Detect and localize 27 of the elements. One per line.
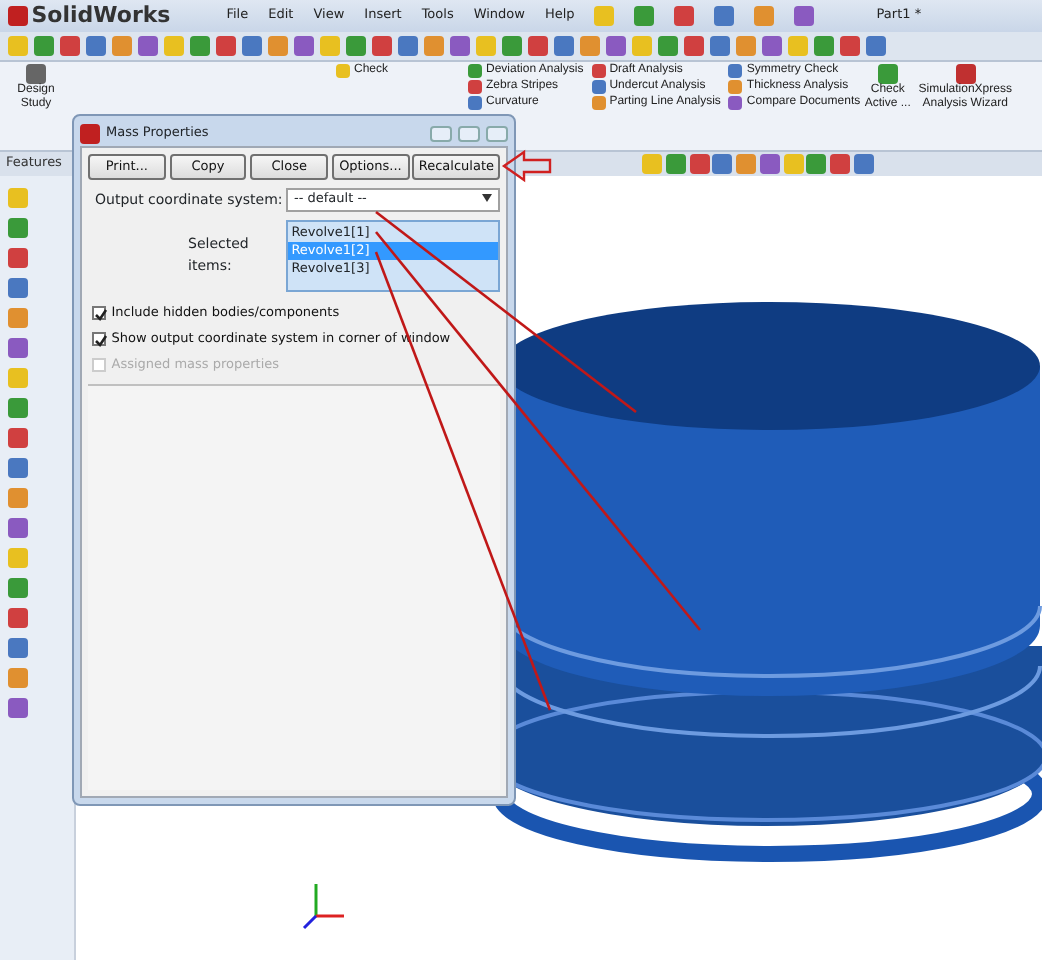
view-toolbar-icon[interactable]	[712, 154, 733, 174]
view-toolbar-icon[interactable]	[665, 154, 686, 174]
app-logo: SolidWorks	[31, 0, 173, 32]
coordinate-triad-icon	[302, 884, 344, 930]
minimize-button[interactable]	[430, 126, 452, 142]
toolbar-icon[interactable]	[674, 6, 695, 26]
logo-icon	[8, 6, 28, 26]
dialog-logo-icon	[80, 124, 100, 144]
view-toolbar-icon[interactable]	[689, 154, 709, 174]
checkbox[interactable]	[91, 305, 106, 320]
toolbar-icon[interactable]	[794, 6, 815, 26]
dropdown-caret-icon	[482, 194, 492, 202]
maximize-button[interactable]	[458, 126, 480, 142]
view-toolbar-icon[interactable]	[853, 154, 874, 174]
annotation-arrow-icon	[501, 149, 552, 183]
toolbar-icon[interactable]	[714, 6, 735, 26]
simulation-icon[interactable]	[955, 64, 976, 84]
view-toolbar-icon[interactable]	[759, 154, 780, 174]
check-active-icon[interactable]	[877, 64, 898, 84]
close-button[interactable]	[486, 126, 508, 142]
view-toolbar-icon[interactable]	[806, 154, 827, 174]
checkbox[interactable]	[91, 332, 106, 347]
design-study-icon[interactable]	[26, 64, 46, 84]
toolbar-icon[interactable]	[754, 6, 775, 26]
view-toolbar-icon[interactable]	[830, 154, 850, 174]
view-toolbar-icon[interactable]	[736, 154, 756, 174]
toolbar-icon[interactable]	[634, 6, 655, 26]
